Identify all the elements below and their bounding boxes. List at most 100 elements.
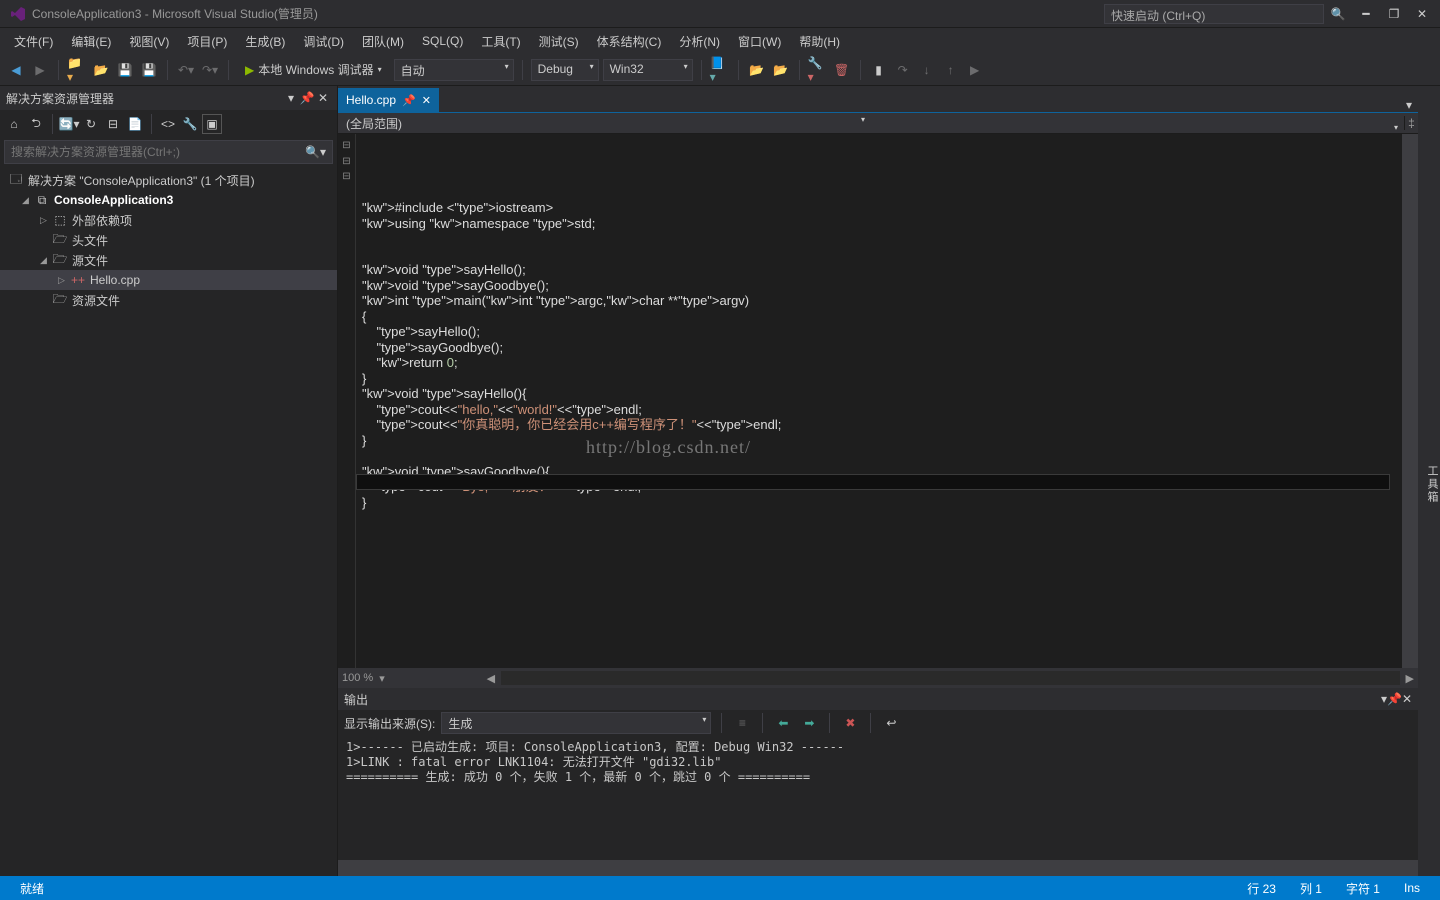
tabstrip-dropdown-icon[interactable]: ▾ <box>1400 98 1418 112</box>
maximize-button[interactable]: ❐ <box>1380 7 1408 21</box>
config-combo[interactable]: Debug <box>531 59 599 81</box>
menu-生成(B)[interactable]: 生成(B) <box>237 30 293 53</box>
sol-showall-icon[interactable]: 📄 <box>125 114 145 134</box>
fold-icon[interactable]: ⊟ <box>338 169 355 185</box>
folder-icon: 🗁 <box>52 250 68 271</box>
step-over-icon[interactable]: ↷ <box>893 60 913 80</box>
panel-dropdown-icon[interactable]: ▾ <box>283 91 299 105</box>
editor-v-scrollbar[interactable] <box>1402 134 1418 668</box>
expand-icon[interactable]: ▷ <box>58 275 70 286</box>
step-into-icon[interactable]: ↓ <box>917 60 937 80</box>
out-wrap-icon[interactable]: ↩ <box>881 713 901 733</box>
file-node-hello[interactable]: ▷ ++ Hello.cpp <box>0 270 337 290</box>
run-to-icon[interactable]: ▶ <box>965 60 985 80</box>
solution-search[interactable]: 🔍▾ <box>4 140 333 164</box>
open-file-button[interactable]: 📂 <box>91 60 111 80</box>
undo-button[interactable]: ↶▾ <box>176 60 196 80</box>
editor-h-scrollbar[interactable] <box>501 671 1399 685</box>
h-scroll-right-icon[interactable]: ▶ <box>1406 672 1414 685</box>
out-goto-icon[interactable]: ≡ <box>732 713 752 733</box>
sol-home-icon[interactable]: ⌂ <box>4 114 24 134</box>
headers-node[interactable]: 🗁 头文件 <box>0 230 337 250</box>
pin-icon[interactable]: 📌 <box>402 94 416 107</box>
code-text[interactable]: http://blog.csdn.net/ "kw">#include <"ty… <box>356 134 1402 668</box>
sources-node[interactable]: ◢ 🗁 源文件 <box>0 250 337 270</box>
new-project-button[interactable]: 📁▾ <box>67 60 87 80</box>
start-debug-button[interactable]: ▶ 本地 Windows 调试器 ▾ <box>237 59 390 80</box>
search-icon[interactable]: 🔍 <box>1324 7 1352 21</box>
member-combo[interactable] <box>871 121 1404 125</box>
fold-icon[interactable]: ⊟ <box>338 138 355 154</box>
solution-root-node[interactable]: 🗔 解决方案 "ConsoleApplication3" (1 个项目) <box>0 170 337 190</box>
panel-close-icon[interactable]: ✕ <box>315 91 331 105</box>
close-button[interactable]: ✕ <box>1408 7 1436 21</box>
panel-pin-icon[interactable]: 📌 <box>299 91 315 105</box>
out-clear-icon[interactable]: ✖ <box>840 713 860 733</box>
menu-调试(D)[interactable]: 调试(D) <box>295 30 352 53</box>
expand-icon[interactable]: ◢ <box>40 255 52 266</box>
solution-explorer-header: 解决方案资源管理器 ▾ 📌 ✕ <box>0 86 337 110</box>
tab-hello[interactable]: Hello.cpp 📌 ✕ <box>338 88 439 112</box>
out-close-icon[interactable]: ✕ <box>1402 692 1412 706</box>
menu-体系结构(C)[interactable]: 体系结构(C) <box>589 30 670 53</box>
menu-窗口(W)[interactable]: 窗口(W) <box>730 30 789 53</box>
step-out-icon[interactable]: ↑ <box>941 60 961 80</box>
out-next-icon[interactable]: ➡ <box>799 713 819 733</box>
close-tab-icon[interactable]: ✕ <box>422 94 431 107</box>
redo-button[interactable]: ↷▾ <box>200 60 220 80</box>
scope-combo[interactable]: (全局范围) <box>338 113 871 134</box>
tool-d-icon[interactable]: 🔧▾ <box>808 60 828 80</box>
solution-toolbar: ⌂ ⮌ 🔄▾ ↻ ⊟ 📄 <> 🔧 ▣ <box>0 110 337 138</box>
debug-target-combo[interactable]: 自动 <box>394 59 514 81</box>
output-text[interactable]: 1>------ 已启动生成: 项目: ConsoleApplication3,… <box>338 736 1418 860</box>
menu-工具(T)[interactable]: 工具(T) <box>473 30 528 53</box>
menu-文件(F)[interactable]: 文件(F) <box>6 30 61 53</box>
output-h-scrollbar[interactable] <box>338 860 1418 876</box>
output-source-combo[interactable]: 生成 <box>441 712 711 734</box>
menu-视图(V)[interactable]: 视图(V) <box>121 30 177 53</box>
split-icon[interactable]: ‡ <box>1404 116 1418 130</box>
menu-SQL(Q)[interactable]: SQL(Q) <box>414 31 471 51</box>
zoom-dropdown-icon[interactable]: ▾ <box>379 672 385 685</box>
tool-f-icon[interactable]: ▮ <box>869 60 889 80</box>
sol-sync-icon[interactable]: 🔄▾ <box>59 114 79 134</box>
zoom-value[interactable]: 100 % <box>342 672 373 684</box>
back-button[interactable]: ◀ <box>6 60 26 80</box>
sol-collapse-icon[interactable]: ⊟ <box>103 114 123 134</box>
tool-e-icon[interactable]: 🗑 <box>832 60 852 80</box>
sol-prop-icon[interactable]: 🔧 <box>180 114 200 134</box>
menu-编辑(E)[interactable]: 编辑(E) <box>63 30 119 53</box>
expand-icon[interactable]: ▷ <box>40 215 52 226</box>
menu-项目(P)[interactable]: 项目(P) <box>179 30 235 53</box>
solution-tree: 🗔 解决方案 "ConsoleApplication3" (1 个项目) ◢ ⧉… <box>0 166 337 876</box>
sol-preview-icon[interactable]: ▣ <box>202 114 222 134</box>
menu-帮助(H)[interactable]: 帮助(H) <box>791 30 848 53</box>
main-toolbar: ◀ ▶ 📁▾ 📂 💾 💾 ↶▾ ↷▾ ▶ 本地 Windows 调试器 ▾ 自动… <box>0 54 1440 86</box>
save-button[interactable]: 💾 <box>115 60 135 80</box>
out-prev-icon[interactable]: ⬅ <box>773 713 793 733</box>
tool-b-icon[interactable]: 📂 <box>747 60 767 80</box>
resources-node[interactable]: 🗁 资源文件 <box>0 290 337 310</box>
platform-combo[interactable]: Win32 <box>603 59 693 81</box>
toolbox-collapsed[interactable]: 工具箱 <box>1418 86 1440 876</box>
sol-code-icon[interactable]: <> <box>158 114 178 134</box>
project-node[interactable]: ◢ ⧉ ConsoleApplication3 <box>0 190 337 210</box>
solution-search-input[interactable] <box>11 145 305 159</box>
code-area[interactable]: ⊟⊟⊟ http://blog.csdn.net/ "kw">#include … <box>338 134 1418 668</box>
external-deps-node[interactable]: ▷ ⬚ 外部依赖项 <box>0 210 337 230</box>
quick-launch-input[interactable]: 快速启动 (Ctrl+Q) <box>1104 4 1324 24</box>
fold-icon[interactable]: ⊟ <box>338 154 355 170</box>
minimize-button[interactable]: ━ <box>1352 7 1380 21</box>
sol-refresh-icon[interactable]: ↻ <box>81 114 101 134</box>
sol-back-icon[interactable]: ⮌ <box>26 114 46 134</box>
forward-button[interactable]: ▶ <box>30 60 50 80</box>
menu-测试(S)[interactable]: 测试(S) <box>531 30 587 53</box>
tool-c-icon[interactable]: 📂 <box>771 60 791 80</box>
menu-分析(N)[interactable]: 分析(N) <box>671 30 728 53</box>
out-pin-icon[interactable]: 📌 <box>1387 692 1402 706</box>
tool-a-icon[interactable]: 📘▾ <box>710 60 730 80</box>
save-all-button[interactable]: 💾 <box>139 60 159 80</box>
expand-icon[interactable]: ◢ <box>22 195 34 206</box>
menu-团队(M)[interactable]: 团队(M) <box>354 30 412 53</box>
h-scroll-left-icon[interactable]: ◀ <box>487 672 495 685</box>
